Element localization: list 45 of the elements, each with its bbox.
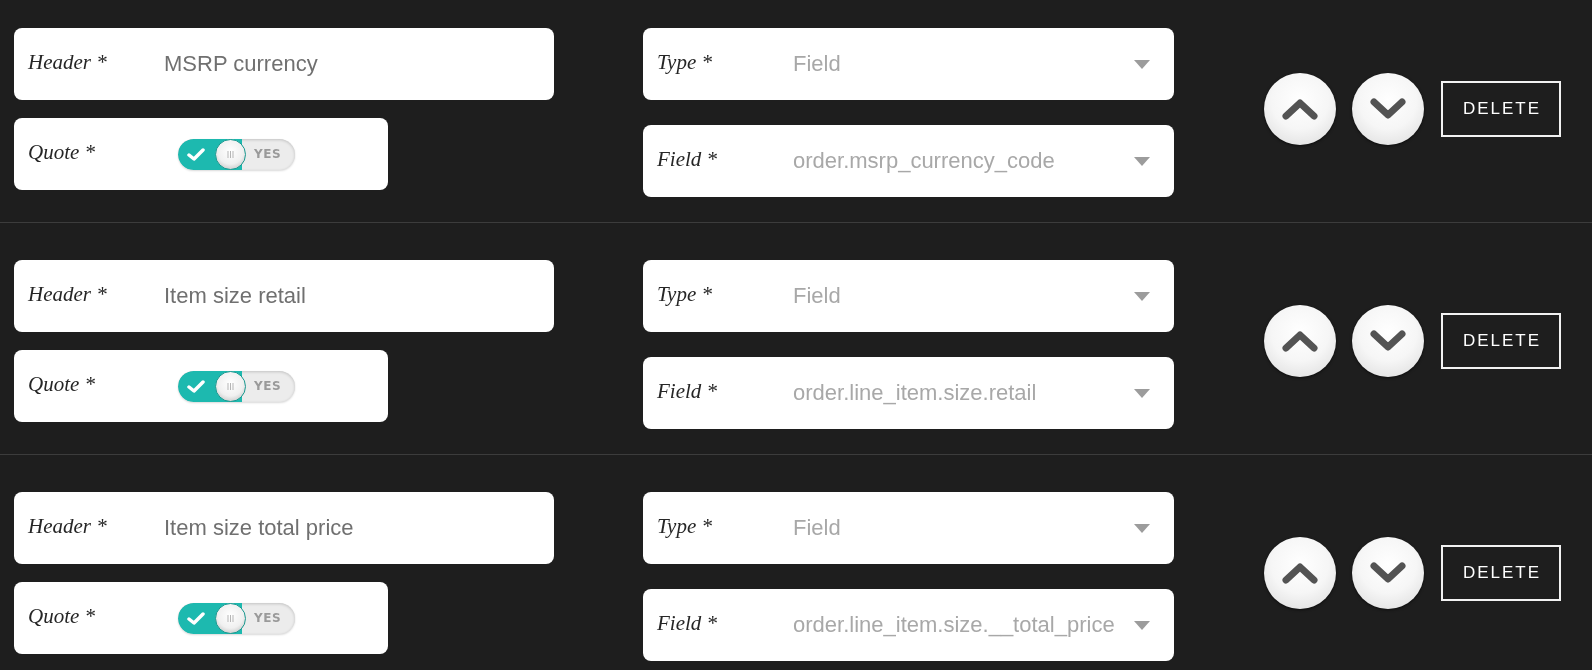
caret-icon xyxy=(1134,523,1150,533)
path-dropdown[interactable]: order.line_item.size.retail xyxy=(793,373,1150,413)
path-dropdown[interactable]: order.msrp_currency_code xyxy=(793,141,1150,181)
check-icon xyxy=(187,379,205,393)
field-label: Quote * xyxy=(28,139,97,165)
type-dropdown[interactable]: Field xyxy=(793,44,1150,84)
field-label: Field * xyxy=(657,146,719,172)
delete-button[interactable]: DELETE xyxy=(1441,81,1561,137)
field-label: Quote * xyxy=(28,603,97,629)
delete-button[interactable]: DELETE xyxy=(1441,545,1561,601)
path-dropdown[interactable]: order.line_item.size.__total_price xyxy=(793,605,1150,645)
field-label: Header * xyxy=(28,49,108,75)
caret-icon xyxy=(1134,59,1150,69)
caret-icon xyxy=(1134,291,1150,301)
field-label: Header * xyxy=(28,513,108,539)
check-icon xyxy=(187,611,205,625)
knob-icon xyxy=(215,370,246,402)
knob-icon xyxy=(215,602,246,634)
caret-icon xyxy=(1134,388,1150,398)
field-label: Type * xyxy=(657,49,713,75)
header-input[interactable]: MSRP currency xyxy=(164,51,530,77)
chevron-down-icon xyxy=(1369,98,1407,120)
field-label: Type * xyxy=(657,513,713,539)
quote-toggle[interactable]: YES xyxy=(178,370,295,402)
quote-toggle[interactable]: YES xyxy=(178,138,295,170)
quote-toggle[interactable]: YES xyxy=(178,602,295,634)
chevron-up-icon xyxy=(1281,330,1319,352)
field-label: Header * xyxy=(28,281,108,307)
delete-button[interactable]: DELETE xyxy=(1441,313,1561,369)
knob-icon xyxy=(215,138,246,170)
type-dropdown[interactable]: Field xyxy=(793,508,1150,548)
field-label: Field * xyxy=(657,610,719,636)
check-icon xyxy=(187,147,205,161)
field-label: Type * xyxy=(657,281,713,307)
header-input[interactable]: Item size retail xyxy=(164,283,530,309)
chevron-down-icon xyxy=(1369,330,1407,352)
field-label: Field * xyxy=(657,378,719,404)
type-dropdown[interactable]: Field xyxy=(793,276,1150,316)
chevron-down-icon xyxy=(1369,562,1407,584)
chevron-up-icon xyxy=(1281,562,1319,584)
field-label: Quote * xyxy=(28,371,97,397)
chevron-up-icon xyxy=(1281,98,1319,120)
caret-icon xyxy=(1134,620,1150,630)
caret-icon xyxy=(1134,156,1150,166)
header-input[interactable]: Item size total price xyxy=(164,515,530,541)
